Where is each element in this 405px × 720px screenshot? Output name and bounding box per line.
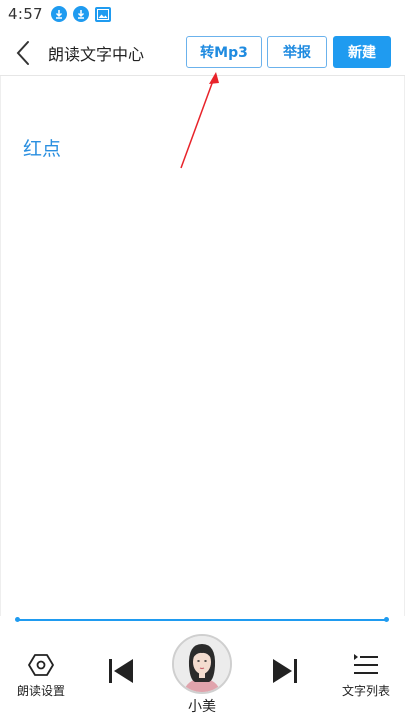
playback-progress-bar[interactable]: [15, 617, 389, 622]
next-button[interactable]: [270, 656, 300, 686]
voice-name: 小美: [188, 699, 216, 715]
back-button[interactable]: [14, 40, 36, 66]
page-title: 朗读文字中心: [48, 45, 145, 64]
text-content-area[interactable]: 红点: [0, 76, 405, 616]
text-list-label: 文字列表: [341, 684, 390, 698]
report-button[interactable]: 举报: [267, 36, 327, 68]
progress-handle[interactable]: [384, 617, 389, 622]
image-icon: [94, 6, 111, 22]
status-time: 4:57: [8, 5, 43, 23]
read-settings-label: 朗读设置: [16, 684, 65, 698]
settings-hexagon-icon: [28, 652, 54, 678]
document-text[interactable]: 红点: [23, 134, 61, 161]
voice-selector[interactable]: 小美: [170, 634, 234, 716]
app-header: 朗读文字中心 转Mp3 举报 新建: [0, 28, 405, 76]
previous-button[interactable]: [106, 656, 136, 686]
player-bar: 朗读设置 小美 文字列表: [0, 624, 405, 720]
text-list-button[interactable]: 文字列表: [336, 652, 396, 699]
convert-mp3-button[interactable]: 转Mp3: [186, 36, 262, 68]
progress-start-dot: [15, 617, 20, 622]
list-icon: [353, 652, 379, 678]
read-settings-button[interactable]: 朗读设置: [12, 652, 70, 699]
download-icon: [50, 6, 67, 22]
chevron-left-icon: [16, 41, 29, 65]
woman-portrait-icon: [174, 636, 230, 692]
skip-previous-icon: [109, 659, 133, 683]
voice-avatar[interactable]: [172, 634, 232, 694]
skip-next-icon: [273, 659, 297, 683]
new-button[interactable]: 新建: [333, 36, 391, 68]
progress-fill: [17, 619, 387, 621]
status-bar: 4:57: [0, 0, 405, 28]
download-icon: [72, 6, 89, 22]
